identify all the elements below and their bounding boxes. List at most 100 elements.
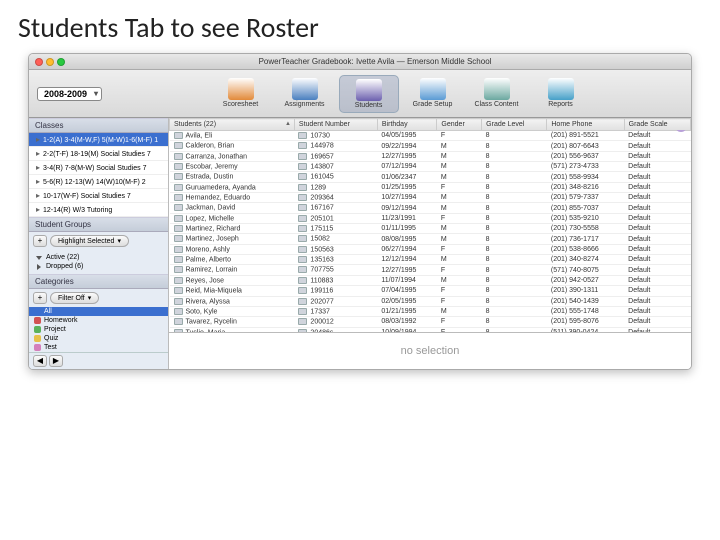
table-cell: 200012 bbox=[294, 317, 377, 327]
table-cell: Reyes, Jose bbox=[170, 275, 295, 285]
class-row[interactable]: ▸5-6(R) 12-13(W) 14(W)10(M-F) 2 bbox=[29, 175, 168, 189]
table-row[interactable]: Calderon, Brian14497809/22/1994M8(201) 8… bbox=[170, 141, 691, 151]
class-row[interactable]: ▸2-2(T-F) 18-19(M) Social Studies 7 bbox=[29, 147, 168, 161]
class-row[interactable]: ▸1-2(A) 3-4(M-W,F) 5(M-W)1-6(M-F) 1 bbox=[29, 133, 168, 147]
table-cell: 8 bbox=[482, 244, 547, 254]
tab-grade-setup[interactable]: Grade Setup bbox=[403, 75, 463, 113]
table-cell: Hernandez, Eduardo bbox=[170, 193, 295, 203]
table-cell: (201) 390-1311 bbox=[547, 286, 624, 296]
tab-reports[interactable]: Reports bbox=[531, 75, 591, 113]
category-homework[interactable]: Homework bbox=[29, 316, 168, 325]
expander-icon: ▸ bbox=[33, 205, 43, 214]
tab-class-content[interactable]: Class Content bbox=[467, 75, 527, 113]
tab-scoresheet[interactable]: Scoresheet bbox=[211, 75, 271, 113]
table-row[interactable]: Hernandez, Eduardo20936410/27/1994M8(201… bbox=[170, 193, 691, 203]
table-row[interactable]: Guruamedera, Ayanda128901/25/1995F8(201)… bbox=[170, 182, 691, 192]
close-icon[interactable] bbox=[35, 58, 43, 66]
table-cell: 8 bbox=[482, 141, 547, 151]
column-header[interactable]: Home Phone bbox=[547, 119, 624, 131]
table-row[interactable]: Martinez, Joseph1508208/08/1995M8(201) 7… bbox=[170, 234, 691, 244]
table-cell: 8 bbox=[482, 265, 547, 275]
table-row[interactable]: Moreno, Ashly15056306/27/1994F8(201) 538… bbox=[170, 244, 691, 254]
add-category-button[interactable]: + bbox=[33, 292, 47, 304]
tab-label: Assignments bbox=[284, 101, 324, 108]
tab-assignments[interactable]: Assignments bbox=[275, 75, 335, 113]
table-cell: 202077 bbox=[294, 296, 377, 306]
group-dropped[interactable]: Dropped (6) bbox=[35, 262, 162, 271]
table-row[interactable]: Estrada, Dustin16104501/06/2347M8(201) 5… bbox=[170, 172, 691, 182]
table-cell: Default bbox=[624, 162, 690, 172]
table-row[interactable]: Tavarez, Rycelin20001208/03/1992F8(201) … bbox=[170, 317, 691, 327]
column-header[interactable]: Grade Scale bbox=[624, 119, 690, 131]
table-row[interactable]: Tuslio, Maria20486s10/09/1994F8(511) 390… bbox=[170, 327, 691, 333]
table-row[interactable]: Lopez, Michelle20510111/23/1991F8(201) 5… bbox=[170, 213, 691, 223]
expander-icon: ▸ bbox=[33, 149, 43, 158]
table-cell: 707755 bbox=[294, 265, 377, 275]
year-select[interactable]: 2008-2009 bbox=[37, 87, 102, 101]
table-cell: Default bbox=[624, 275, 690, 285]
table-cell: F bbox=[437, 296, 482, 306]
roster-table-wrap: ? Students (22)▲Student NumberBirthdayGe… bbox=[169, 118, 691, 333]
column-header[interactable]: Birthday bbox=[377, 119, 437, 131]
table-row[interactable]: Avila, Eli1073004/05/1995F8(201) 891-552… bbox=[170, 131, 691, 141]
tab-icon bbox=[420, 78, 446, 100]
class-row[interactable]: ▸10-17(W-F) Social Studies 7 bbox=[29, 189, 168, 203]
zoom-icon[interactable] bbox=[57, 58, 65, 66]
table-cell: 8 bbox=[482, 162, 547, 172]
table-cell: 01/06/2347 bbox=[377, 172, 437, 182]
table-cell: 11/23/1991 bbox=[377, 213, 437, 223]
column-header[interactable]: Student Number bbox=[294, 119, 377, 131]
table-cell: 8 bbox=[482, 224, 547, 234]
next-button[interactable]: ▶ bbox=[49, 355, 63, 367]
table-row[interactable]: Jackman, David16716709/12/1994M8(201) 85… bbox=[170, 203, 691, 213]
table-cell: (201) 942-0527 bbox=[547, 275, 624, 285]
column-header[interactable]: Students (22)▲ bbox=[170, 119, 295, 131]
category-quiz[interactable]: Quiz bbox=[29, 334, 168, 343]
highlight-selected-toggle[interactable]: Highlight Selected ▾ bbox=[50, 235, 129, 247]
table-cell: (571) 273-4733 bbox=[547, 162, 624, 172]
table-row[interactable]: Carranza, Jonathan16965712/27/1995M8(201… bbox=[170, 151, 691, 161]
table-header-row: Students (22)▲Student NumberBirthdayGend… bbox=[170, 119, 691, 131]
table-cell: Rivera, Alyssa bbox=[170, 296, 295, 306]
table-cell: F bbox=[437, 286, 482, 296]
tab-students[interactable]: Students bbox=[339, 75, 399, 113]
category-all[interactable]: All bbox=[29, 307, 168, 316]
tab-icon bbox=[548, 78, 574, 100]
table-cell: (201) 730-5558 bbox=[547, 224, 624, 234]
table-cell: M bbox=[437, 224, 482, 234]
category-project[interactable]: Project bbox=[29, 325, 168, 334]
table-row[interactable]: Reyes, Jose11088311/07/1994M8(201) 942-0… bbox=[170, 275, 691, 285]
titlebar: PowerTeacher Gradebook: Ivette Avila — E… bbox=[29, 54, 691, 70]
table-row[interactable]: Escobar, Jeremy14380707/12/1994M8(571) 2… bbox=[170, 162, 691, 172]
table-cell: 8 bbox=[482, 131, 547, 141]
minimize-icon[interactable] bbox=[46, 58, 54, 66]
category-color-icon bbox=[34, 308, 41, 315]
prev-button[interactable]: ◀ bbox=[33, 355, 47, 367]
table-row[interactable]: Ramirez, Lorrain70775512/27/1995F8(571) … bbox=[170, 265, 691, 275]
table-cell: 175115 bbox=[294, 224, 377, 234]
table-cell: 8 bbox=[482, 286, 547, 296]
filter-off-toggle[interactable]: Filter Off ▾ bbox=[50, 292, 99, 304]
category-color-icon bbox=[34, 317, 41, 324]
table-cell: 8 bbox=[482, 275, 547, 285]
table-row[interactable]: Palme, Alberto13516312/12/1994M8(201) 34… bbox=[170, 255, 691, 265]
table-row[interactable]: Soto, Kyle1733701/21/1995M8(201) 555-174… bbox=[170, 306, 691, 316]
table-cell: F bbox=[437, 182, 482, 192]
table-cell: 161045 bbox=[294, 172, 377, 182]
class-row[interactable]: ▸3-4(R) 7-8(M-W) Social Studies 7 bbox=[29, 161, 168, 175]
id-icon bbox=[298, 204, 307, 211]
column-header[interactable]: Grade Level bbox=[482, 119, 547, 131]
table-cell: 8 bbox=[482, 255, 547, 265]
profile-icon bbox=[174, 163, 183, 170]
category-test[interactable]: Test bbox=[29, 343, 168, 352]
table-row[interactable]: Martinez, Richard17511501/11/1995M8(201)… bbox=[170, 224, 691, 234]
table-row[interactable]: Reid, Mia-Miquela19911607/04/1995F8(201)… bbox=[170, 286, 691, 296]
class-row[interactable]: ▸12-14(R) W/3 Tutoring bbox=[29, 203, 168, 217]
table-cell: 06/27/1994 bbox=[377, 244, 437, 254]
table-cell: (201) 540-1439 bbox=[547, 296, 624, 306]
table-row[interactable]: Rivera, Alyssa20207702/05/1995F8(201) 54… bbox=[170, 296, 691, 306]
table-cell: Default bbox=[624, 203, 690, 213]
column-header[interactable]: Gender bbox=[437, 119, 482, 131]
group-active[interactable]: Active (22) bbox=[35, 253, 162, 262]
add-group-button[interactable]: + bbox=[33, 235, 47, 247]
